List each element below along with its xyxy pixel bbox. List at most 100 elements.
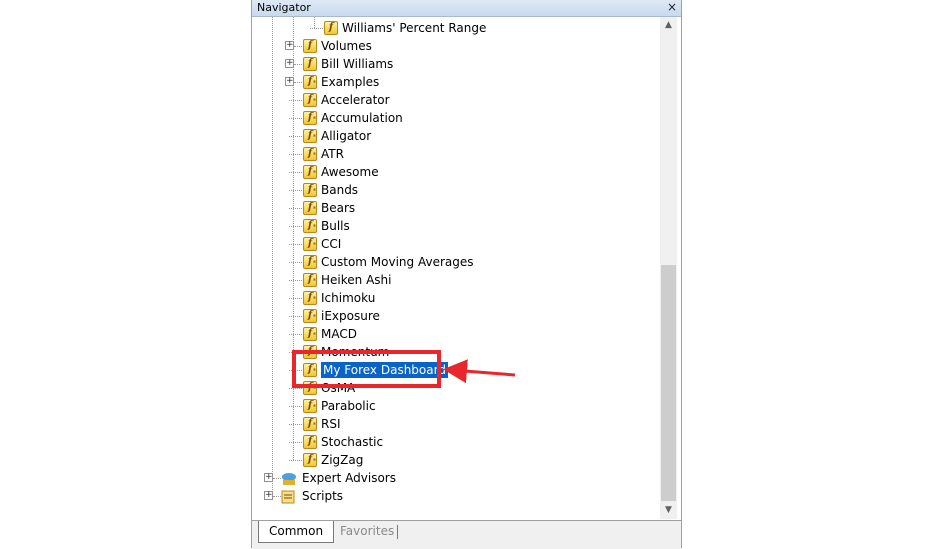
tree-connector xyxy=(289,226,302,227)
tree-item[interactable]: + f Volumes xyxy=(252,37,662,55)
tree-item-label: Expert Advisors xyxy=(302,471,396,485)
custom-indicator-icon: f * xyxy=(303,435,317,449)
tree-connector xyxy=(289,460,302,461)
tree-item[interactable]: + Scripts xyxy=(252,487,662,505)
tree-guide-line xyxy=(314,17,315,28)
vertical-scrollbar[interactable]: ▲ ▼ xyxy=(660,17,677,519)
tree-connector xyxy=(289,136,302,137)
tree-item-label: Bill Williams xyxy=(321,57,394,71)
tree-item-label: iExposure xyxy=(321,309,380,323)
tree-item[interactable]: f * iExposure xyxy=(252,307,662,325)
tree-item-label: Williams' Percent Range xyxy=(342,21,487,35)
tree-connector xyxy=(289,334,302,335)
tree-item[interactable]: f * Parabolic xyxy=(252,397,662,415)
tree-item[interactable]: f * Accelerator xyxy=(252,91,662,109)
tree-item-label: Heiken Ashi xyxy=(321,273,392,287)
tree-item-label: Accelerator xyxy=(321,93,390,107)
tree-item[interactable]: f * Awesome xyxy=(252,163,662,181)
tree-item[interactable]: f * Accumulation xyxy=(252,109,662,127)
tree-item-label: Bands xyxy=(321,183,359,197)
tree-connector xyxy=(289,244,302,245)
tree-item[interactable]: + f Bill Williams xyxy=(252,55,662,73)
tree-item[interactable]: f * RSI xyxy=(252,415,662,433)
tree-item[interactable]: f * MACD xyxy=(252,325,662,343)
custom-indicator-icon: f * xyxy=(303,129,317,143)
tree-connector xyxy=(289,172,302,173)
tree-item-label: Stochastic xyxy=(321,435,384,449)
tree-item[interactable]: f * Bears xyxy=(252,199,662,217)
tree-item[interactable]: f * Bulls xyxy=(252,217,662,235)
custom-indicator-icon: f * xyxy=(303,327,317,341)
custom-badge-icon: * xyxy=(312,314,316,321)
tree-item[interactable]: f * Ichimoku xyxy=(252,289,662,307)
tree-connector xyxy=(289,280,302,281)
tree-item[interactable]: f * CCI xyxy=(252,235,662,253)
custom-badge-icon: * xyxy=(312,134,316,141)
tree-connector xyxy=(289,316,302,317)
scripts-icon xyxy=(280,489,298,504)
tree-item[interactable]: f * Stochastic xyxy=(252,433,662,451)
scroll-up-icon[interactable]: ▲ xyxy=(660,17,677,34)
custom-badge-icon: * xyxy=(312,422,316,429)
custom-badge-icon: * xyxy=(312,242,316,249)
navigator-title-bar[interactable]: Navigator × xyxy=(252,0,681,17)
tree-item[interactable]: + Expert Advisors xyxy=(252,469,662,487)
custom-badge-icon: * xyxy=(312,116,316,123)
custom-badge-icon: * xyxy=(312,188,316,195)
custom-badge-icon: * xyxy=(312,296,316,303)
scroll-down-icon[interactable]: ▼ xyxy=(660,502,677,519)
navigator-title: Navigator xyxy=(257,1,311,14)
tree-connector xyxy=(289,118,302,119)
tree-connector xyxy=(289,388,302,389)
tab-separator xyxy=(397,525,398,539)
tree-item-label: Bears xyxy=(321,201,356,215)
custom-indicator-icon: f * xyxy=(303,273,317,287)
tree-item-label: Parabolic xyxy=(321,399,376,413)
close-icon[interactable]: × xyxy=(667,0,677,15)
custom-indicator-icon: f * xyxy=(303,111,317,125)
tree-connector xyxy=(289,406,302,407)
indicator-icon: f xyxy=(324,21,338,35)
custom-indicator-icon: f * xyxy=(303,309,317,323)
indicator-folder-icon: f xyxy=(303,57,317,71)
tree-item-label: Awesome xyxy=(321,165,379,179)
tree-item[interactable]: + f * Examples xyxy=(252,73,662,91)
tree-item[interactable]: f * Alligator xyxy=(252,127,662,145)
tree-item-label: Custom Moving Averages xyxy=(321,255,474,269)
tree-item[interactable]: f * ZigZag xyxy=(252,451,662,469)
scrollbar-thumb[interactable] xyxy=(661,265,676,501)
custom-indicator-icon: f * xyxy=(303,417,317,431)
custom-badge-icon: * xyxy=(312,170,316,177)
tree-connector xyxy=(294,82,302,83)
navigator-tab-bar: Common Favorites xyxy=(252,520,681,549)
tree-item-label: CCI xyxy=(321,237,342,251)
custom-indicator-folder-icon: f * xyxy=(303,75,317,89)
tree-item[interactable]: f * ATR xyxy=(252,145,662,163)
tab-favorites[interactable]: Favorites xyxy=(330,521,404,543)
tab-common[interactable]: Common xyxy=(258,521,335,543)
tree-item-label: RSI xyxy=(321,417,341,431)
custom-badge-icon: * xyxy=(312,278,316,285)
expert-advisors-icon xyxy=(280,471,298,485)
custom-indicator-icon: f * xyxy=(303,93,317,107)
custom-badge-icon: * xyxy=(312,332,316,339)
custom-badge-icon: * xyxy=(312,224,316,231)
tree-item-label: Alligator xyxy=(321,129,372,143)
custom-indicator-icon: f * xyxy=(303,399,317,413)
tree-guide-line xyxy=(272,17,273,496)
custom-indicator-icon: f * xyxy=(303,255,317,269)
tree-item-label: Bulls xyxy=(321,219,350,233)
tree-connector xyxy=(310,28,323,29)
tree-connector xyxy=(289,190,302,191)
navigator-tree[interactable]: f Williams' Percent Range + f Volumes + f Bill … xyxy=(252,17,662,519)
tree-item[interactable]: f * Heiken Ashi xyxy=(252,271,662,289)
tree-connector xyxy=(289,154,302,155)
tree-guide-line xyxy=(293,17,294,460)
tree-item[interactable]: f * Custom Moving Averages xyxy=(252,253,662,271)
tree-item-label: Ichimoku xyxy=(321,291,376,305)
custom-badge-icon: * xyxy=(312,260,316,267)
tree-item-label: ATR xyxy=(321,147,344,161)
tree-connector xyxy=(289,424,302,425)
custom-badge-icon: * xyxy=(312,152,316,159)
tree-item[interactable]: f * Bands xyxy=(252,181,662,199)
